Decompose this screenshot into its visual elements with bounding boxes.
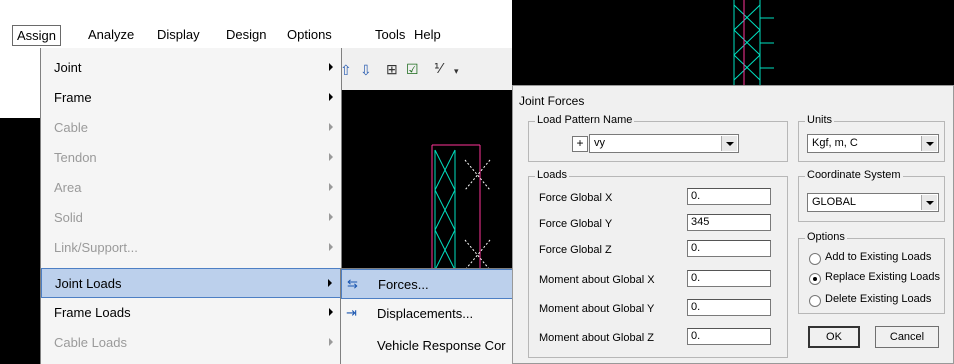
menu-help[interactable]: Help [414,27,441,42]
load-pattern-group-title: Load Pattern Name [535,114,635,126]
menu-design[interactable]: Design [226,27,266,42]
chevron-down-icon[interactable] [921,136,937,151]
displacements-icon: ⇥ [346,305,357,320]
model-view-canvas-top[interactable] [512,0,954,85]
submenu-arrow-icon [329,123,333,131]
submenu-arrow-icon [329,93,333,101]
submenu-arrow-icon [329,338,333,346]
moment-z-label: Moment about Global Z [539,332,654,344]
add-to-existing-label: Add to Existing Loads [825,251,932,263]
moment-z-input[interactable]: 0. [687,328,771,345]
submenu-vehicle-response[interactable]: Vehicle Response Cor [341,331,512,361]
check-box-icon[interactable]: ☑ [406,61,419,78]
replace-existing-label: Replace Existing Loads [825,271,940,283]
submenu-arrow-icon [329,183,333,191]
model-view-edge [0,118,40,364]
submenu-arrow-icon [328,279,332,287]
snap-grid-icon[interactable]: ⊞ [386,61,398,78]
coordinate-system-select[interactable]: GLOBAL [807,193,939,212]
units-group-title: Units [805,114,835,126]
ok-button[interactable]: OK [808,326,860,348]
assign-menu-tendon[interactable]: Tendon [41,143,341,173]
force-x-label: Force Global X [539,192,613,204]
submenu-arrow-icon [329,153,333,161]
cancel-button[interactable]: Cancel [875,326,939,348]
options-group: Options Add to Existing Loads Replace Ex… [798,231,945,314]
moment-y-input[interactable]: 0. [687,299,771,316]
units-group: Units Kgf, m, C [798,114,945,162]
submenu-arrow-icon [329,63,333,71]
assign-menu-joint[interactable]: Joint [41,53,341,83]
chevron-down-icon[interactable] [921,195,937,210]
joint-forces-dialog: Joint Forces Load Pattern Name + vy Unit… [512,85,954,364]
assign-menu-solid[interactable]: Solid [41,203,341,233]
assign-menu-dropdown: Joint Frame Cable Tendon Area Solid Link… [40,48,342,364]
force-y-label: Force Global Y [539,218,613,230]
add-load-pattern-button[interactable]: + [572,136,588,152]
units-select[interactable]: Kgf, m, C [807,134,939,153]
toolbar-overflow-icon[interactable]: ▾ [454,66,459,77]
assign-menu-joint-loads[interactable]: Joint Loads [41,268,341,298]
force-z-label: Force Global Z [539,244,612,256]
options-group-title: Options [805,231,847,243]
menu-tools[interactable]: Tools [375,27,405,42]
loads-group: Loads Force Global X 0. Force Global Y 3… [528,169,788,358]
forces-icon: ⇆ [347,276,358,291]
submenu-forces[interactable]: ⇆ Forces... [341,269,512,299]
assign-menu-cable-loads[interactable]: Cable Loads [41,328,341,358]
menu-bar: Assign Analyze Display Design Options To… [0,24,512,46]
loads-group-title: Loads [535,169,569,181]
chevron-down-icon[interactable] [721,136,737,151]
assign-menu-frame-loads[interactable]: Frame Loads [41,298,341,328]
force-x-input[interactable]: 0. [687,188,771,205]
toolbar: ⇧ ⇩ ⊞ ☑ ⅟ ▾ [330,48,512,91]
joint-loads-submenu: ⇆ Forces... ⇥ Displacements... Vehicle R… [340,268,512,364]
add-to-existing-radio[interactable] [809,253,821,265]
force-y-input[interactable]: 345 [687,214,771,231]
moment-x-input[interactable]: 0. [687,270,771,287]
load-pattern-select[interactable]: vy [589,134,739,153]
replace-existing-radio[interactable] [809,273,821,285]
menu-analyze[interactable]: Analyze [88,27,134,42]
assign-menu-cable[interactable]: Cable [41,113,341,143]
submenu-arrow-icon [329,213,333,221]
moment-x-label: Moment about Global X [539,274,655,286]
submenu-arrow-icon [329,243,333,251]
delete-existing-label: Delete Existing Loads [825,293,932,305]
menu-display[interactable]: Display [157,27,200,42]
delete-existing-radio[interactable] [809,295,821,307]
assign-menu-area[interactable]: Area [41,173,341,203]
dialog-title: Joint Forces [519,94,585,108]
fraction-icon[interactable]: ⅟ [434,60,442,77]
coordinate-system-group: Coordinate System GLOBAL [798,169,945,222]
menu-options[interactable]: Options [287,27,332,42]
submenu-arrow-icon [329,308,333,316]
sap-main-window: Assign Analyze Display Design Options To… [0,0,512,364]
assign-menu-frame[interactable]: Frame [41,83,341,113]
load-pattern-group: Load Pattern Name + vy [528,114,788,162]
submenu-displacements[interactable]: ⇥ Displacements... [341,299,512,329]
coordinate-system-group-title: Coordinate System [805,169,903,181]
assign-menu-link-support[interactable]: Link/Support... [41,233,341,263]
arrow-down-icon[interactable]: ⇩ [360,62,372,79]
force-z-input[interactable]: 0. [687,240,771,257]
menu-assign[interactable]: Assign [12,25,62,46]
tower-top-drawing [733,0,774,85]
moment-y-label: Moment about Global Y [539,303,655,315]
dialog-screenshot: Joint Forces Load Pattern Name + vy Unit… [512,0,954,364]
